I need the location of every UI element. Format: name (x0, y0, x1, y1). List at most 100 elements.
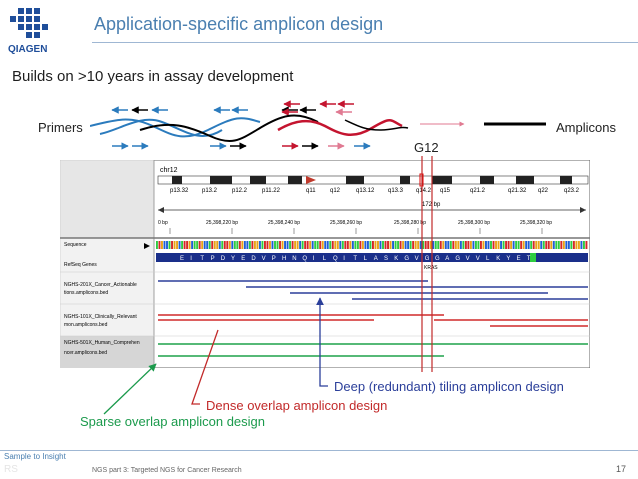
base-mark (530, 241, 533, 249)
footer-divider (0, 450, 638, 451)
primer-amplicon-schematic (90, 100, 546, 150)
track-name: NGHS-201X_Cancer_Actionable (64, 282, 137, 288)
base-mark (502, 241, 505, 249)
base-mark (251, 241, 254, 249)
base-mark (243, 241, 246, 249)
base-mark (258, 241, 261, 249)
base-mark (452, 241, 455, 249)
base-mark (477, 241, 480, 249)
track-name: ncer.amplicons.bed (64, 350, 107, 356)
base-mark (203, 241, 206, 249)
base-mark (545, 241, 548, 249)
amino-acid-letter: E (180, 256, 184, 262)
base-mark (474, 241, 477, 249)
base-mark (462, 241, 465, 249)
base-mark (321, 241, 324, 249)
track-name: NGHS-101X_Clinically_Relevant (64, 314, 137, 320)
logo-text: QIAGEN (8, 44, 47, 55)
base-mark (231, 241, 234, 249)
cytoband-label: q23.2 (564, 188, 580, 194)
base-mark (505, 241, 508, 249)
base-mark (211, 241, 214, 249)
base-mark (336, 241, 339, 249)
base-mark (372, 241, 374, 249)
base-mark (560, 241, 563, 249)
base-mark (366, 241, 369, 249)
base-mark (178, 241, 181, 249)
span-label: 172 bp (422, 202, 441, 208)
base-mark (517, 241, 520, 249)
base-mark (515, 241, 518, 249)
base-mark (407, 241, 410, 249)
base-mark (552, 241, 555, 249)
base-mark (344, 241, 347, 249)
base-mark (444, 241, 447, 249)
base-mark (575, 241, 578, 249)
track-name: tions.amplicons.bed (64, 290, 108, 296)
amino-acid-letter: D (251, 256, 256, 262)
base-mark (359, 241, 362, 249)
base-mark (289, 241, 292, 249)
coordinate-tick: 25,398,220 bp (206, 220, 238, 226)
base-mark (248, 241, 251, 249)
slide-subtitle: Builds on >10 years in assay development (12, 68, 294, 85)
base-mark (156, 241, 158, 249)
amino-acid-letter: V (415, 256, 419, 262)
amino-acid-letter: Q (333, 256, 338, 262)
base-mark (354, 241, 357, 249)
base-mark (525, 241, 528, 249)
base-mark (422, 241, 425, 249)
base-mark (326, 241, 329, 249)
base-mark (291, 241, 294, 249)
base-mark (577, 241, 580, 249)
base-mark (580, 241, 583, 249)
base-mark (510, 241, 513, 249)
base-mark (424, 241, 427, 249)
base-mark (527, 241, 530, 249)
cytoband-label: q12 (330, 188, 341, 194)
base-mark (236, 241, 239, 249)
base-mark (507, 241, 510, 249)
base-mark (346, 241, 349, 249)
base-mark (331, 241, 334, 249)
base-mark (213, 241, 216, 249)
track-name: mon.amplicons.bed (64, 322, 108, 328)
amino-acid-letter: D (221, 256, 226, 262)
base-mark (216, 241, 219, 249)
cytoband-label: p12.2 (232, 188, 248, 194)
amino-acid-letter: G (425, 256, 430, 262)
cytoband-label: q21.32 (508, 188, 527, 194)
base-mark (377, 241, 379, 249)
base-mark (482, 241, 485, 249)
base-mark (361, 241, 364, 249)
base-mark (271, 241, 274, 249)
base-mark (188, 241, 191, 249)
base-mark (198, 241, 201, 249)
base-mark (417, 241, 420, 249)
base-mark (532, 241, 535, 249)
base-mark (572, 241, 575, 249)
amino-acid-letter: G (435, 256, 440, 262)
amino-acid-letter: K (496, 256, 500, 262)
chromosome-label: chr12 (160, 167, 178, 174)
base-mark (472, 241, 475, 249)
base-mark (585, 241, 588, 249)
amino-acid-letter: V (262, 256, 266, 262)
base-mark (454, 241, 457, 249)
amino-acid-letter: N (292, 256, 296, 262)
base-mark (339, 241, 342, 249)
qiagen-logo: QIAGEN (8, 8, 48, 55)
base-mark (582, 241, 585, 249)
base-mark (186, 241, 189, 249)
base-mark (404, 241, 407, 249)
base-mark (389, 241, 392, 249)
base-mark (226, 241, 229, 249)
base-mark (266, 241, 269, 249)
primers-label: Primers (38, 120, 83, 135)
title-divider (92, 42, 638, 43)
base-mark (497, 241, 500, 249)
base-mark (233, 241, 236, 249)
cytoband-label: q13.12 (356, 188, 375, 194)
base-mark (334, 241, 337, 249)
coordinate-tick: 25,398,320 bp (520, 220, 552, 226)
